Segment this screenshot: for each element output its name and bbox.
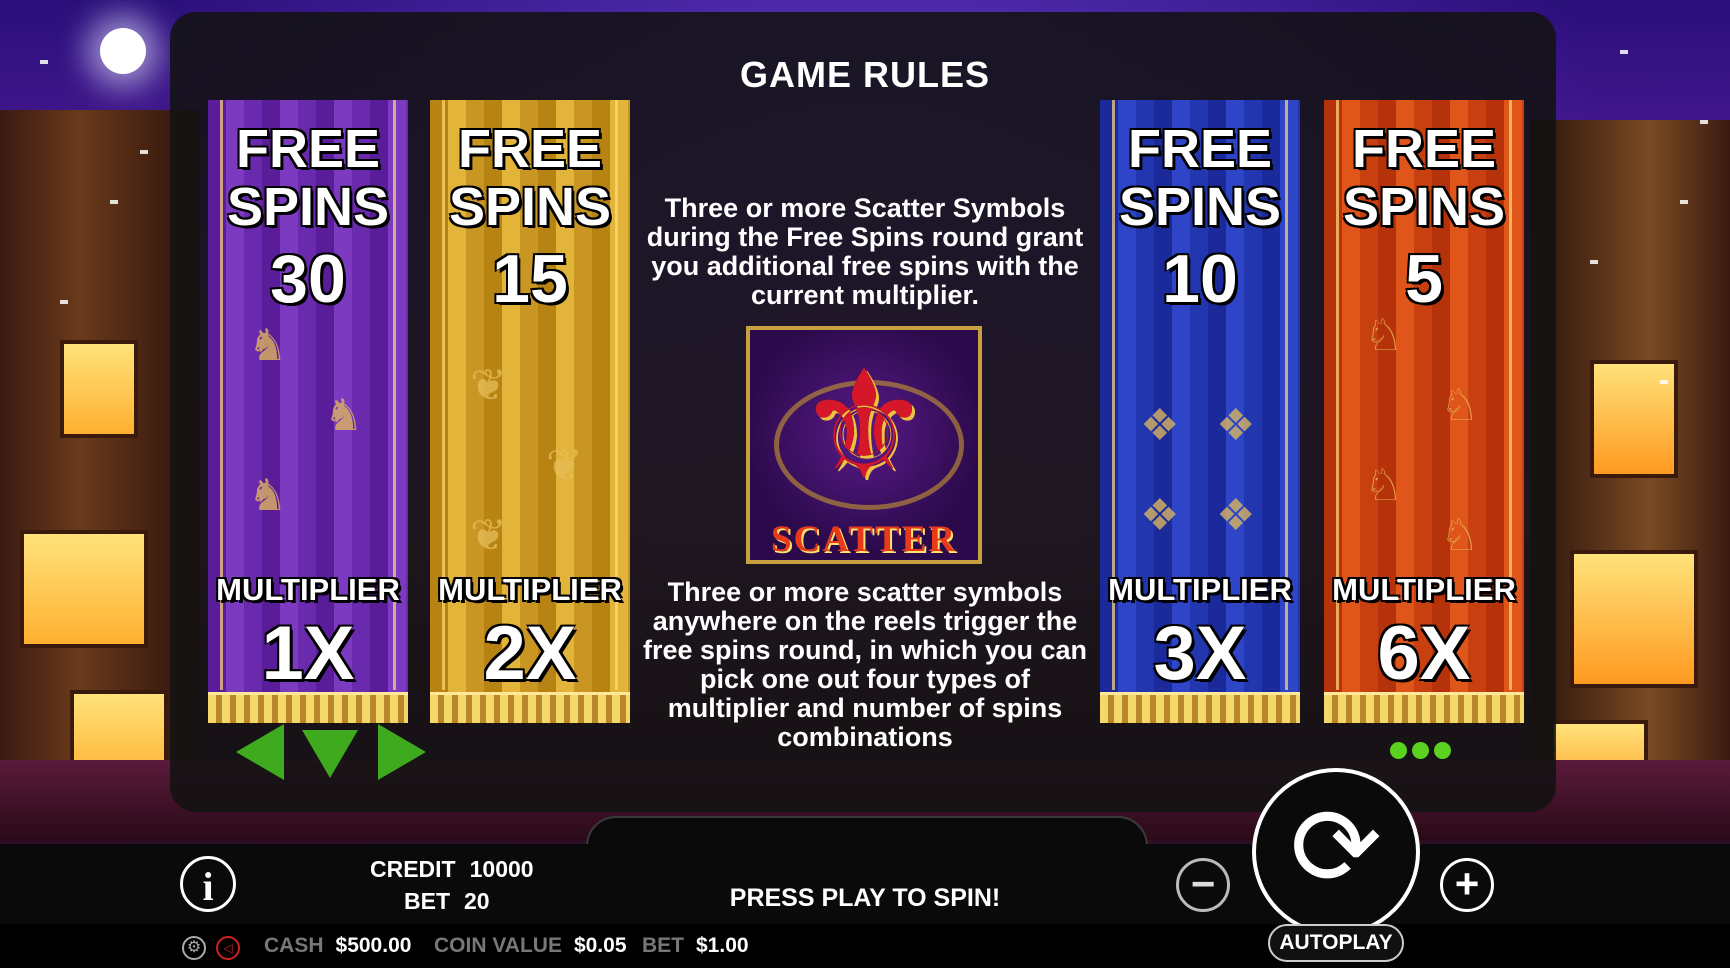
cash-display: CASH $500.00 (264, 934, 411, 958)
free-label: FREE (235, 119, 381, 179)
crest-icon: ❦ (546, 441, 583, 490)
bet-increase-button[interactable]: + (1440, 858, 1494, 912)
lion-icon: ♞ (324, 391, 364, 440)
banner-purple: ♞ ♞ ♞ FREE SPINS 30 MULTIPLIER 1X (208, 100, 408, 723)
free-label: FREE (1351, 119, 1497, 179)
credit-value: 10000 (469, 856, 534, 882)
status-bar (0, 924, 1730, 968)
spins-label: SPINS (448, 177, 612, 237)
crest-icon: ❦ (470, 511, 507, 560)
multiplier-value: 1X (261, 611, 355, 696)
eagle-icon: ❖ (1140, 401, 1180, 450)
banner-orange: ♘ ♘ ♘ ♘ FREE SPINS 5 MULTIPLIER 6X (1324, 100, 1524, 723)
cash-value: $500.00 (335, 934, 412, 957)
free-label: FREE (1127, 119, 1273, 179)
spins-count: 5 (1405, 241, 1443, 317)
horse-icon: ♘ (1440, 511, 1480, 560)
coin-value: $0.05 (573, 934, 627, 957)
crest-icon: ❦ (470, 361, 507, 410)
multiplier-label: MULTIPLIER (1108, 572, 1292, 607)
page-title: GAME RULES (739, 54, 990, 95)
page-dot (1390, 742, 1407, 759)
spins-count: 10 (1162, 241, 1238, 317)
spins-count: 15 (492, 241, 568, 317)
rule-text-bottom: Three or more scatter symbols anywhere o… (642, 577, 1088, 752)
arrow-down-icon[interactable] (302, 730, 358, 778)
credit-display: CREDIT 10000 (370, 856, 534, 883)
fleur-de-lis-icon: ⚜ (796, 341, 932, 509)
gear-icon[interactable]: ⚙ (182, 936, 206, 960)
spin-button[interactable]: ⟳ (1252, 768, 1420, 936)
bet-label: BET (404, 888, 450, 914)
house-right (1530, 120, 1730, 820)
page-dot (1434, 742, 1451, 759)
scatter-label: SCATTER (770, 519, 958, 560)
rule-text-top: Three or more Scatter Symbols during the… (646, 193, 1084, 310)
horse-icon: ♘ (1364, 461, 1404, 510)
spins-label: SPINS (226, 177, 390, 237)
lion-icon: ♞ (248, 471, 288, 520)
bet-value: 20 (464, 888, 490, 914)
multiplier-label: MULTIPLIER (1332, 572, 1516, 607)
multiplier-label: MULTIPLIER (438, 572, 622, 607)
banner-gold: ❦ ❦ ❦ FREE SPINS 15 MULTIPLIER 2X (430, 100, 630, 723)
arrow-right-icon[interactable] (378, 724, 426, 780)
bet-display: BET 20 (404, 888, 490, 915)
cash-label: CASH (264, 934, 324, 957)
lion-icon: ♞ (248, 321, 288, 370)
multiplier-value: 6X (1377, 611, 1471, 696)
eagle-icon: ❖ (1216, 401, 1256, 450)
multiplier-value: 3X (1153, 611, 1247, 696)
bet-decrease-button[interactable]: − (1176, 858, 1230, 912)
info-button[interactable]: i (180, 856, 236, 912)
spins-label: SPINS (1118, 177, 1282, 237)
horse-icon: ♘ (1440, 381, 1480, 430)
status-message: PRESS PLAY TO SPIN! (729, 884, 1001, 912)
page-dot (1412, 742, 1429, 759)
coin-value-display: COIN VALUE $0.05 (434, 934, 627, 958)
multiplier-label: MULTIPLIER (216, 572, 400, 607)
arrow-left-icon[interactable] (236, 724, 284, 780)
spins-label: SPINS (1342, 177, 1506, 237)
banner-blue: ❖ ❖ ❖ ❖ FREE SPINS 10 MULTIPLIER 3X (1100, 100, 1300, 723)
page-indicator (1390, 742, 1456, 764)
total-bet-value: $1.00 (696, 934, 749, 957)
total-bet-label: BET (642, 934, 684, 957)
eagle-icon: ❖ (1140, 491, 1180, 540)
spin-arrows-icon: ⟳ (1289, 786, 1383, 909)
eagle-icon: ❖ (1216, 491, 1256, 540)
autoplay-button[interactable]: AUTOPLAY (1268, 924, 1404, 962)
spins-count: 30 (270, 241, 346, 317)
multiplier-value: 2X (483, 611, 577, 696)
scatter-symbol: ⚜ SCATTER (746, 326, 982, 564)
credit-label: CREDIT (370, 856, 456, 882)
free-label: FREE (457, 119, 603, 179)
sound-icon[interactable]: ◁ (216, 936, 240, 960)
coin-value-label: COIN VALUE (434, 934, 562, 957)
total-bet-display: BET $1.00 (642, 934, 749, 958)
